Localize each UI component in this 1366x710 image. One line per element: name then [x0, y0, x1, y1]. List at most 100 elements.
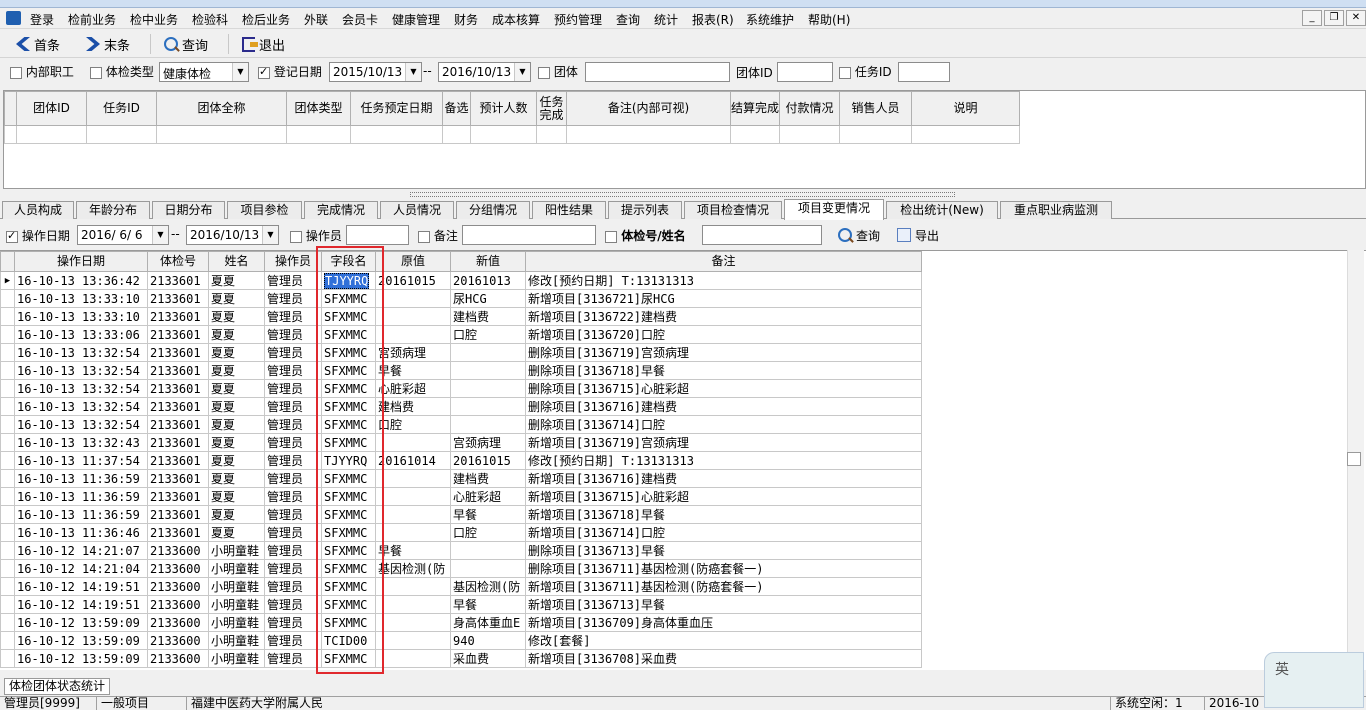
query-button[interactable]: 查询 [164, 33, 208, 55]
group-check[interactable] [538, 66, 550, 79]
log-cell-6[interactable]: 早餐 [450, 505, 526, 524]
menu-item-4[interactable]: 检后业务 [242, 11, 290, 28]
log-cell-2[interactable]: 夏夏 [208, 271, 265, 290]
minimize-icon[interactable]: _ [1302, 10, 1322, 26]
group-checkbox[interactable]: 团体 [538, 63, 578, 80]
table-row[interactable]: 16-10-13 11:37:54 2133601 夏夏 管理员 TJYYRQ 20161… [0, 451, 922, 470]
log-cell-0[interactable]: 16-10-12 14:21:04 [14, 559, 148, 578]
log-cell-6[interactable]: 20161013 [450, 271, 526, 290]
log-cell-7[interactable]: 新增项目[3136720]口腔 [525, 325, 922, 344]
log-cell-1[interactable]: 2133601 [147, 343, 209, 362]
log-cell-3[interactable]: 管理员 [264, 271, 322, 290]
table-row[interactable]: 16-10-12 13:59:09 2133600 小明童鞋 管理员 SFXMMC 身高体… [0, 613, 922, 632]
row-indicator[interactable] [0, 631, 15, 650]
log-cell-2[interactable]: 小明童鞋 [208, 595, 265, 614]
task-id-input[interactable] [898, 62, 950, 82]
row-indicator[interactable] [0, 595, 15, 614]
log-cell-6[interactable]: 身高体重血E [450, 613, 526, 632]
log-col-header-3[interactable]: 操作员 [264, 251, 322, 272]
table-row[interactable]: 16-10-13 13:33:06 2133601 夏夏 管理员 SFXMMC 口腔 新增项… [0, 325, 922, 344]
log-cell-2[interactable]: 夏夏 [208, 361, 265, 380]
log-cell-2[interactable]: 夏夏 [208, 433, 265, 452]
group-cell[interactable] [442, 125, 471, 144]
log-cell-3[interactable]: 管理员 [264, 307, 322, 326]
group-input[interactable] [585, 62, 730, 82]
log-cell-2[interactable]: 夏夏 [208, 523, 265, 542]
menu-item-0[interactable]: 登录 [30, 11, 54, 28]
table-row[interactable]: 16-10-13 13:32:54 2133601 夏夏 管理员 SFXMMC 早餐 删除项… [0, 361, 922, 380]
tab-0[interactable]: 人员构成 [2, 201, 74, 219]
group-col-header-6[interactable]: 预计人数 [470, 91, 537, 126]
row-indicator[interactable] [0, 379, 15, 398]
log-cell-0[interactable]: 16-10-13 13:33:10 [14, 289, 148, 308]
menu-item-1[interactable]: 检前业务 [68, 11, 116, 28]
log-cell-0[interactable]: 16-10-13 13:33:10 [14, 307, 148, 326]
log-col-header-0[interactable]: 操作日期 [14, 251, 148, 272]
remark-check[interactable] [418, 230, 430, 243]
splitter[interactable] [410, 192, 955, 197]
log-cell-3[interactable]: 管理员 [264, 541, 322, 560]
log-cell-1[interactable]: 2133601 [147, 379, 209, 398]
table-row[interactable]: 16-10-13 13:32:54 2133601 夏夏 管理员 SFXMMC 心脏彩超删… [0, 379, 922, 398]
log-cell-0[interactable]: 16-10-13 11:37:54 [14, 451, 148, 470]
log-cell-3[interactable]: 管理员 [264, 289, 322, 308]
operator-input[interactable] [346, 225, 409, 245]
group-cell[interactable] [286, 125, 351, 144]
log-cell-5[interactable]: 20161015 [375, 271, 451, 290]
group-col-header-7[interactable]: 任务完成 [536, 91, 567, 126]
table-row[interactable]: 16-10-13 11:36:59 2133601 夏夏 管理员 SFXMMC 早餐 新增项… [0, 505, 922, 524]
log-cell-2[interactable]: 夏夏 [208, 325, 265, 344]
exit-button[interactable]: 退出 [242, 33, 285, 55]
log-cell-7[interactable]: 删除项目[3136715]心脏彩超 [525, 379, 922, 398]
log-cell-0[interactable]: 16-10-12 13:59:09 [14, 613, 148, 632]
log-cell-5[interactable] [375, 505, 451, 524]
tab-11[interactable]: 检出统计(New) [886, 201, 998, 219]
row-indicator[interactable] [0, 505, 15, 524]
log-cell-1[interactable]: 2133601 [147, 433, 209, 452]
op-date-checkbox[interactable]: 操作日期 [6, 227, 70, 244]
log-cell-6[interactable] [450, 361, 526, 380]
menu-item-6[interactable]: 会员卡 [342, 11, 378, 28]
log-cell-0[interactable]: 16-10-13 13:36:42 [14, 271, 148, 290]
tab-2[interactable]: 日期分布 [152, 201, 225, 219]
log-cell-2[interactable]: 小明童鞋 [208, 577, 265, 596]
row-indicator[interactable] [0, 325, 15, 344]
export-button[interactable]: 导出 [897, 224, 939, 246]
exam-type-select[interactable]: 健康体检 ▼ [159, 62, 249, 82]
log-cell-3[interactable]: 管理员 [264, 559, 322, 578]
menu-item-14[interactable]: 系统维护 [746, 11, 794, 28]
close-icon[interactable]: ✕ [1346, 10, 1366, 26]
log-cell-3[interactable]: 管理员 [264, 379, 322, 398]
log-cell-3[interactable]: 管理员 [264, 433, 322, 452]
row-indicator[interactable] [0, 559, 15, 578]
log-cell-7[interactable]: 删除项目[3136711]基因检测(防癌套餐一) [525, 559, 922, 578]
remark-checkbox[interactable]: 备注 [418, 227, 458, 244]
log-cell-5[interactable] [375, 631, 451, 650]
log-cell-5[interactable] [375, 307, 451, 326]
reg-date-from-field[interactable]: 2015/10/13 ▼ [329, 62, 422, 82]
log-cell-7[interactable]: 修改[预约日期] T:13131313 [525, 271, 922, 290]
chevron-down-icon[interactable]: ▼ [232, 63, 248, 81]
log-cell-7[interactable]: 新增项目[3136718]早餐 [525, 505, 922, 524]
log-cell-3[interactable]: 管理员 [264, 469, 322, 488]
log-cell-7[interactable]: 修改[预约日期] T:13131313 [525, 451, 922, 470]
log-cell-5[interactable] [375, 613, 451, 632]
group-col-header-10[interactable]: 付款情况 [779, 91, 841, 126]
log-cell-6[interactable]: 20161015 [450, 451, 526, 470]
log-cell-0[interactable]: 16-10-13 13:32:54 [14, 361, 148, 380]
log-cell-6[interactable]: 口腔 [450, 523, 526, 542]
row-indicator[interactable] [0, 397, 15, 416]
group-task-empty-row[interactable] [4, 125, 1021, 144]
last-record-button[interactable]: 末条 [86, 33, 130, 55]
table-row[interactable]: 16-10-12 14:21:07 2133600 小明童鞋 管理员 SFXMMC 早餐删… [0, 541, 922, 560]
log-cell-1[interactable]: 2133601 [147, 469, 209, 488]
group-cell[interactable] [729, 125, 781, 144]
exam-no-check[interactable] [605, 230, 617, 243]
group-cell[interactable] [779, 125, 841, 144]
log-cell-0[interactable]: 16-10-12 14:19:51 [14, 595, 148, 614]
bottom-tab[interactable]: 体检团体状态统计 [4, 678, 111, 695]
operator-checkbox[interactable]: 操作员 [290, 227, 342, 244]
log-cell-7[interactable]: 新增项目[3136719]宫颈病理 [525, 433, 922, 452]
log-cell-7[interactable]: 新增项目[3136714]口腔 [525, 523, 922, 542]
log-cell-6[interactable]: 口腔 [450, 325, 526, 344]
